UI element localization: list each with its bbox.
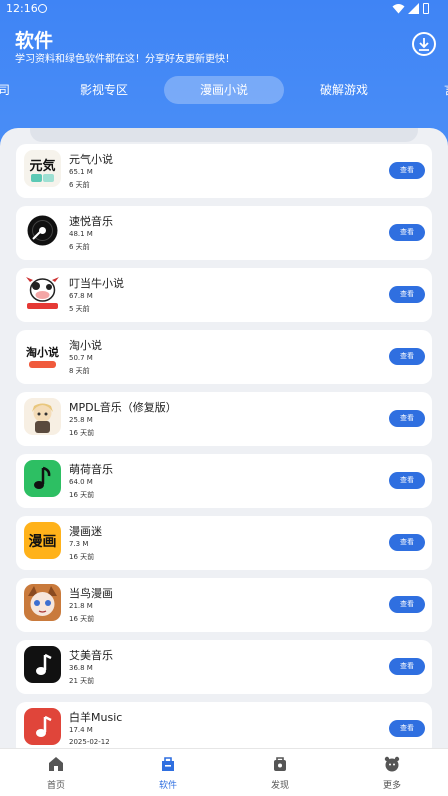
app-date: 6 天前 [69, 243, 90, 251]
app-name: 元气小说 [69, 153, 113, 166]
app-date: 2025-02-12 [69, 738, 110, 746]
app-size: 64.0 M [69, 478, 93, 486]
page-title: 软件 [15, 30, 54, 52]
anime-girl-icon [24, 398, 61, 435]
nav-discover[interactable]: 发现 [224, 749, 336, 796]
status-bar: 12:16 [0, 0, 448, 18]
list-item[interactable]: 淘小说 淘小说 50.7 M 8 天前 查看 [16, 330, 432, 384]
svg-text:淘小说: 淘小说 [26, 345, 59, 359]
app-date: 16 天前 [69, 553, 95, 561]
app-date: 8 天前 [69, 367, 90, 375]
view-button[interactable]: 查看 [389, 596, 425, 613]
svg-text:漫画: 漫画 [29, 533, 57, 550]
list-item[interactable]: 速悦音乐 48.1 M 6 天前 查看 [16, 206, 432, 260]
app-size: 67.8 M [69, 292, 93, 300]
list-item[interactable]: MPDL音乐（修复版） 25.8 M 16 天前 查看 [16, 392, 432, 446]
vinyl-record-icon [24, 212, 61, 249]
app-size: 17.4 M [69, 726, 93, 734]
app-date: 16 天前 [69, 615, 95, 623]
tab-partial-left[interactable]: 司 [0, 76, 14, 104]
app-size: 21.8 M [69, 602, 93, 610]
tab-movies[interactable]: 影视专区 [74, 76, 134, 104]
view-button[interactable]: 查看 [389, 534, 425, 551]
svg-text:元気: 元気 [29, 158, 55, 174]
category-tabs: 司 影视专区 漫画小说 破解游戏 言 [0, 76, 448, 104]
cow-icon [24, 274, 61, 311]
view-button[interactable]: 查看 [389, 410, 425, 427]
app-name: 叮当牛小说 [69, 277, 124, 290]
music-note-black-icon [24, 646, 61, 683]
nav-home[interactable]: 首页 [0, 749, 112, 796]
app-size: 25.8 M [69, 416, 93, 424]
nav-software[interactable]: 软件 [112, 749, 224, 796]
view-button[interactable]: 查看 [389, 224, 425, 241]
tab-cracked-games[interactable]: 破解游戏 [314, 76, 374, 104]
page-subtitle: 学习资料和绿色软件都在这！分享好友更新更快！ [15, 54, 235, 65]
software-bag-icon [162, 757, 174, 771]
app-list: 元気 元气小说 65.1 M 6 天前 查看 速悦音乐 48.1 M 6 天前 … [0, 128, 448, 748]
app-size: 50.7 M [69, 354, 93, 362]
app-name: 白羊Music [69, 711, 123, 724]
list-item[interactable]: 当鸟漫画 21.8 M 16 天前 查看 [16, 578, 432, 632]
view-button[interactable]: 查看 [389, 472, 425, 489]
nav-label: 首页 [46, 781, 65, 791]
nav-label: 更多 [382, 781, 401, 791]
battery-icon [423, 3, 429, 14]
view-button[interactable]: 查看 [389, 658, 425, 675]
view-button[interactable]: 查看 [389, 286, 425, 303]
status-time: 12:16 [6, 2, 38, 15]
tab-partial-right[interactable]: 言 [440, 76, 448, 104]
view-button[interactable]: 查看 [389, 720, 425, 737]
nav-more[interactable]: 更多 [336, 749, 448, 796]
app-name: 艾美音乐 [69, 649, 113, 662]
home-icon [49, 757, 63, 771]
app-name: 淘小说 [69, 339, 102, 352]
list-item[interactable]: 萌荷音乐 64.0 M 16 天前 查看 [16, 454, 432, 508]
music-note-green-icon [24, 460, 61, 497]
app-date: 6 天前 [69, 181, 90, 189]
app-size: 36.8 M [69, 664, 93, 672]
list-item[interactable]: 元気 元气小说 65.1 M 6 天前 查看 [16, 144, 432, 198]
app-date: 16 天前 [69, 429, 95, 437]
list-item[interactable]: 漫画 漫画迷 7.3 M 16 天前 查看 [16, 516, 432, 570]
view-button[interactable]: 查看 [389, 162, 425, 179]
wifi-icon [392, 4, 405, 14]
nav-label: 发现 [270, 781, 289, 791]
app-date: 21 天前 [69, 677, 95, 685]
list-item[interactable]: 艾美音乐 36.8 M 21 天前 查看 [16, 640, 432, 694]
app-size: 65.1 M [69, 168, 93, 176]
app-name: 速悦音乐 [69, 215, 113, 228]
anime-character-icon [24, 584, 61, 621]
app-date: 16 天前 [69, 491, 95, 499]
list-item[interactable]: 叮当牛小说 67.8 M 5 天前 查看 [16, 268, 432, 322]
list-item[interactable]: 白羊Music 17.4 M 2025-02-12 查看 [16, 702, 432, 748]
notification-icon [38, 4, 47, 13]
comic-fan-icon: 漫画 [24, 522, 61, 559]
app-name: 漫画迷 [69, 525, 102, 538]
tao-novel-icon: 淘小说 [24, 336, 61, 373]
tab-comics-novels[interactable]: 漫画小说 [164, 76, 284, 104]
signal-icon [408, 3, 419, 14]
more-face-icon [384, 756, 400, 772]
download-icon[interactable] [412, 32, 436, 56]
music-note-red-icon [24, 708, 61, 745]
app-size: 7.3 M [69, 540, 89, 548]
app-name: MPDL音乐（修复版） [69, 401, 177, 414]
yuanqi-novel-icon: 元気 [24, 150, 61, 187]
discover-icon [274, 757, 286, 771]
app-date: 5 天前 [69, 305, 90, 313]
app-name: 萌荷音乐 [69, 463, 113, 476]
view-button[interactable]: 查看 [389, 348, 425, 365]
app-name: 当鸟漫画 [69, 587, 113, 600]
search-bar[interactable] [30, 128, 418, 142]
app-size: 48.1 M [69, 230, 93, 238]
bottom-nav: 首页 软件 发现 更多 [0, 748, 448, 796]
nav-label: 软件 [158, 781, 177, 791]
